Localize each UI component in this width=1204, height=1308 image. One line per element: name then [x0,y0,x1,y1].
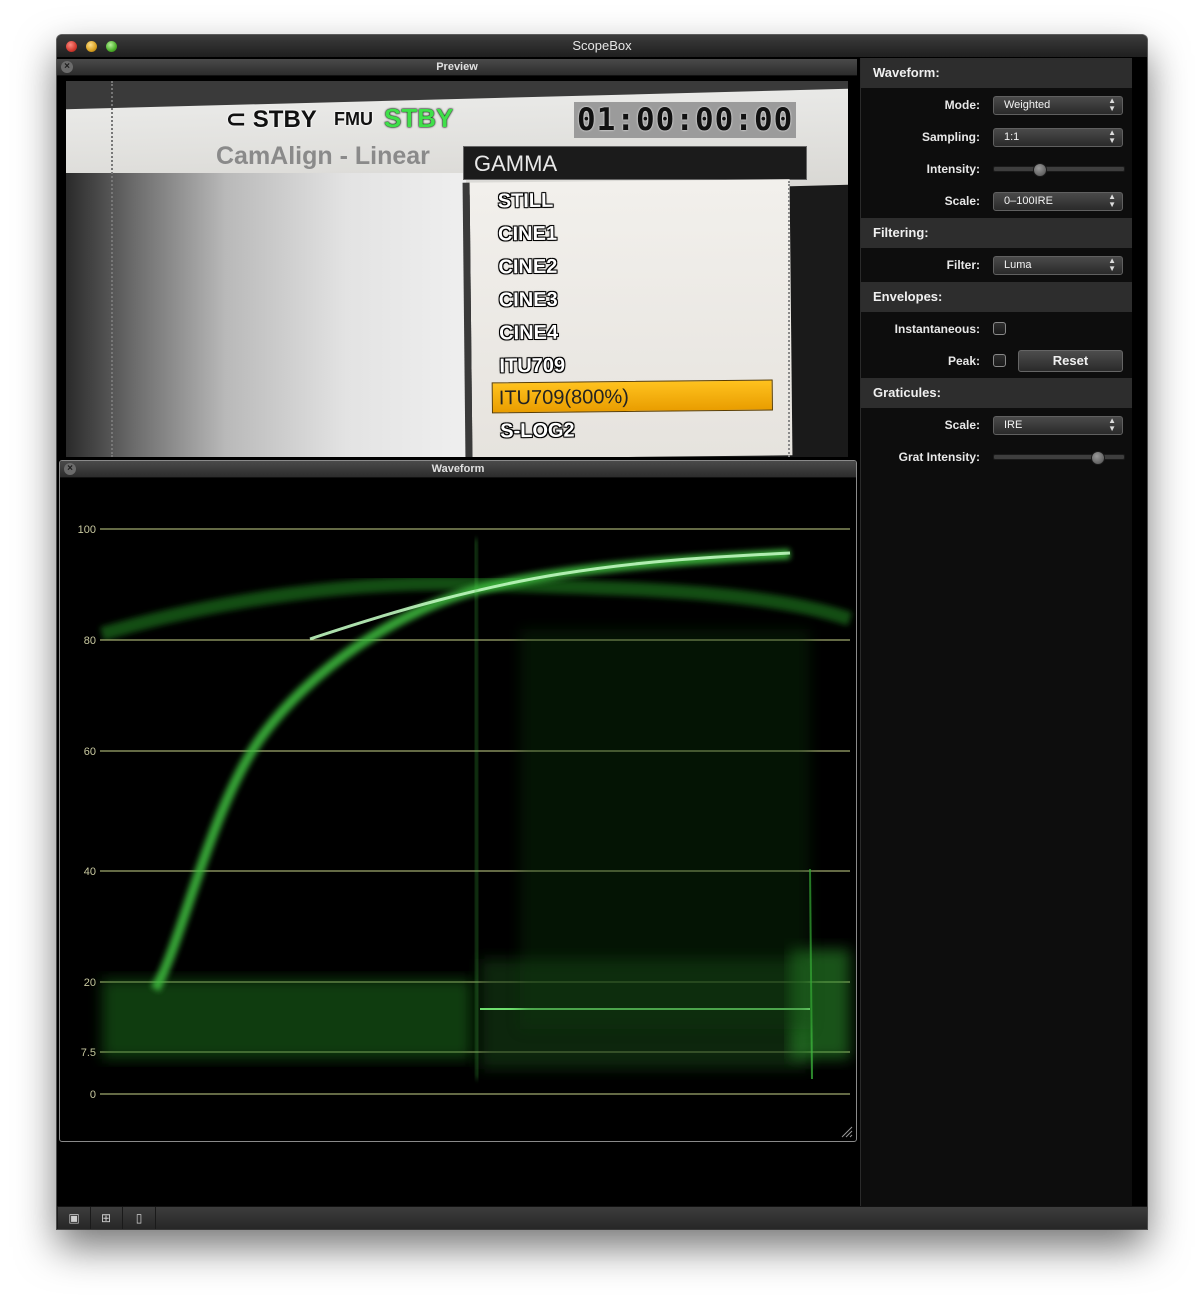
inspector-panel: Waveform: Mode: Weighted ▲ ▼ Sampling: 1:… [860,58,1132,1206]
updown-arrows-icon: ▲ ▼ [1108,416,1116,433]
intensity-label: Intensity: [926,162,980,176]
gamma-item: CINE4 [499,321,559,345]
preview-frame-line [111,81,115,457]
section-envelopes: Envelopes: [861,282,1132,312]
preview-header: × Preview [57,59,857,76]
graticule-label: 0 [90,1089,96,1101]
filter-label: Filter: [946,258,980,272]
scopebox-window: ScopeBox × Preview ⊂ STBY FMU STBY 01:00… [57,35,1147,1229]
updown-arrows-icon: ▲ ▼ [1108,128,1116,145]
waveform-title: Waveform [431,463,485,475]
waveform-scope: 100 80 60 40 20 7.5 0 [78,524,853,1138]
sampling-label: Sampling: [921,130,980,144]
gamma-item: CINE3 [498,288,558,312]
graticule-scale-value: IRE [1004,419,1023,431]
camalign-label: CamAlign - Linear [216,142,430,170]
window-title: ScopeBox [572,38,632,53]
section-filtering: Filtering: [861,218,1132,248]
graticule-label: 100 [78,524,96,536]
section-graticules: Graticules: [861,378,1132,408]
graticule-label: 80 [84,635,96,647]
grid-view-icon[interactable]: ⊞ [90,1207,123,1229]
graticule-label: 40 [84,866,96,878]
updown-arrows-icon: ▲ ▼ [1108,256,1116,273]
grat-intensity-slider-knob[interactable] [1090,451,1105,465]
mode-value: Weighted [1004,99,1051,111]
osd-record-status: ⊂ STBY [226,106,317,133]
trace-scatter-field [520,629,810,1029]
trace-low-band [102,979,472,1059]
updown-arrows-icon: ▲ ▼ [1108,192,1116,209]
preview-frame-line-right [788,181,792,457]
bottom-toolbar: ▣ ⊞ ▯ [57,1206,1147,1229]
updown-arrows-icon: ▲ ▼ [1108,96,1116,113]
trace-vertical-spike [473,538,480,1080]
gamma-item: CINE1 [497,222,558,246]
preview-title: Preview [436,61,478,73]
filter-value: Luma [1004,259,1032,271]
preview-image: ⊂ STBY FMU STBY 01:00:00:00 CamAlign - L… [66,81,848,457]
waveform-header: × Waveform [60,461,856,478]
gamma-menu-title: GAMMA [463,146,807,180]
gamma-item: CINE2 [498,255,558,279]
sampling-value: 1:1 [1004,131,1020,143]
reset-button[interactable]: Reset [1018,350,1123,372]
waveform-pane: × Waveform 100 80 60 40 20 7.5 0 [59,460,857,1142]
scale-select[interactable]: 0–100IRE ▲ ▼ [993,192,1123,211]
graticule-label: 60 [84,746,96,758]
grat-intensity-label: Grat Intensity: [898,450,980,464]
gamma-menu-list: STILL CINE1 CINE2 CINE3 CINE4 ITU709 ITU… [462,179,793,457]
graticule-label: 20 [84,977,96,989]
gamma-item: STILL [497,189,554,213]
preview-close-icon[interactable]: × [61,61,73,73]
preview-view-icon[interactable]: ▣ [57,1207,91,1229]
gamma-item: S-LOG2 [500,419,575,443]
scale-value: 0–100IRE [1004,195,1053,207]
intensity-slider-knob[interactable] [1032,163,1047,177]
graticule-scale-select[interactable]: IRE ▲ ▼ [993,416,1123,435]
scale-label: Scale: [944,194,980,208]
section-waveform: Waveform: [861,58,1132,88]
mode-label: Mode: [944,98,980,112]
graticule-label: 7.5 [81,1047,96,1059]
instantaneous-label: Instantaneous: [894,322,980,336]
osd-timecode: 01:00:00:00 [574,102,797,138]
sampling-select[interactable]: 1:1 ▲ ▼ [993,128,1123,147]
osd-fmu: FMU [334,109,373,129]
waveform-trace [100,538,853,1080]
graticule-scale-label: Scale: [944,418,980,432]
intensity-slider[interactable] [993,163,1125,177]
mode-select[interactable]: Weighted ▲ ▼ [993,96,1123,115]
preview-chart-surface [66,173,466,457]
instantaneous-checkbox[interactable] [993,322,1006,335]
grat-intensity-slider[interactable] [993,451,1125,465]
gamma-item: ITU709 [499,354,566,378]
peak-checkbox[interactable] [993,354,1006,367]
filter-select[interactable]: Luma ▲ ▼ [993,256,1123,275]
gamma-item-selected: ITU709(800%) [491,379,773,414]
document-icon[interactable]: ▯ [123,1207,156,1229]
waveform-close-icon[interactable]: × [64,463,76,475]
osd-stby-green: STBY [384,103,454,133]
peak-label: Peak: [947,354,980,368]
resize-grip-icon[interactable] [841,1126,853,1138]
title-bar[interactable]: ScopeBox [57,35,1147,58]
